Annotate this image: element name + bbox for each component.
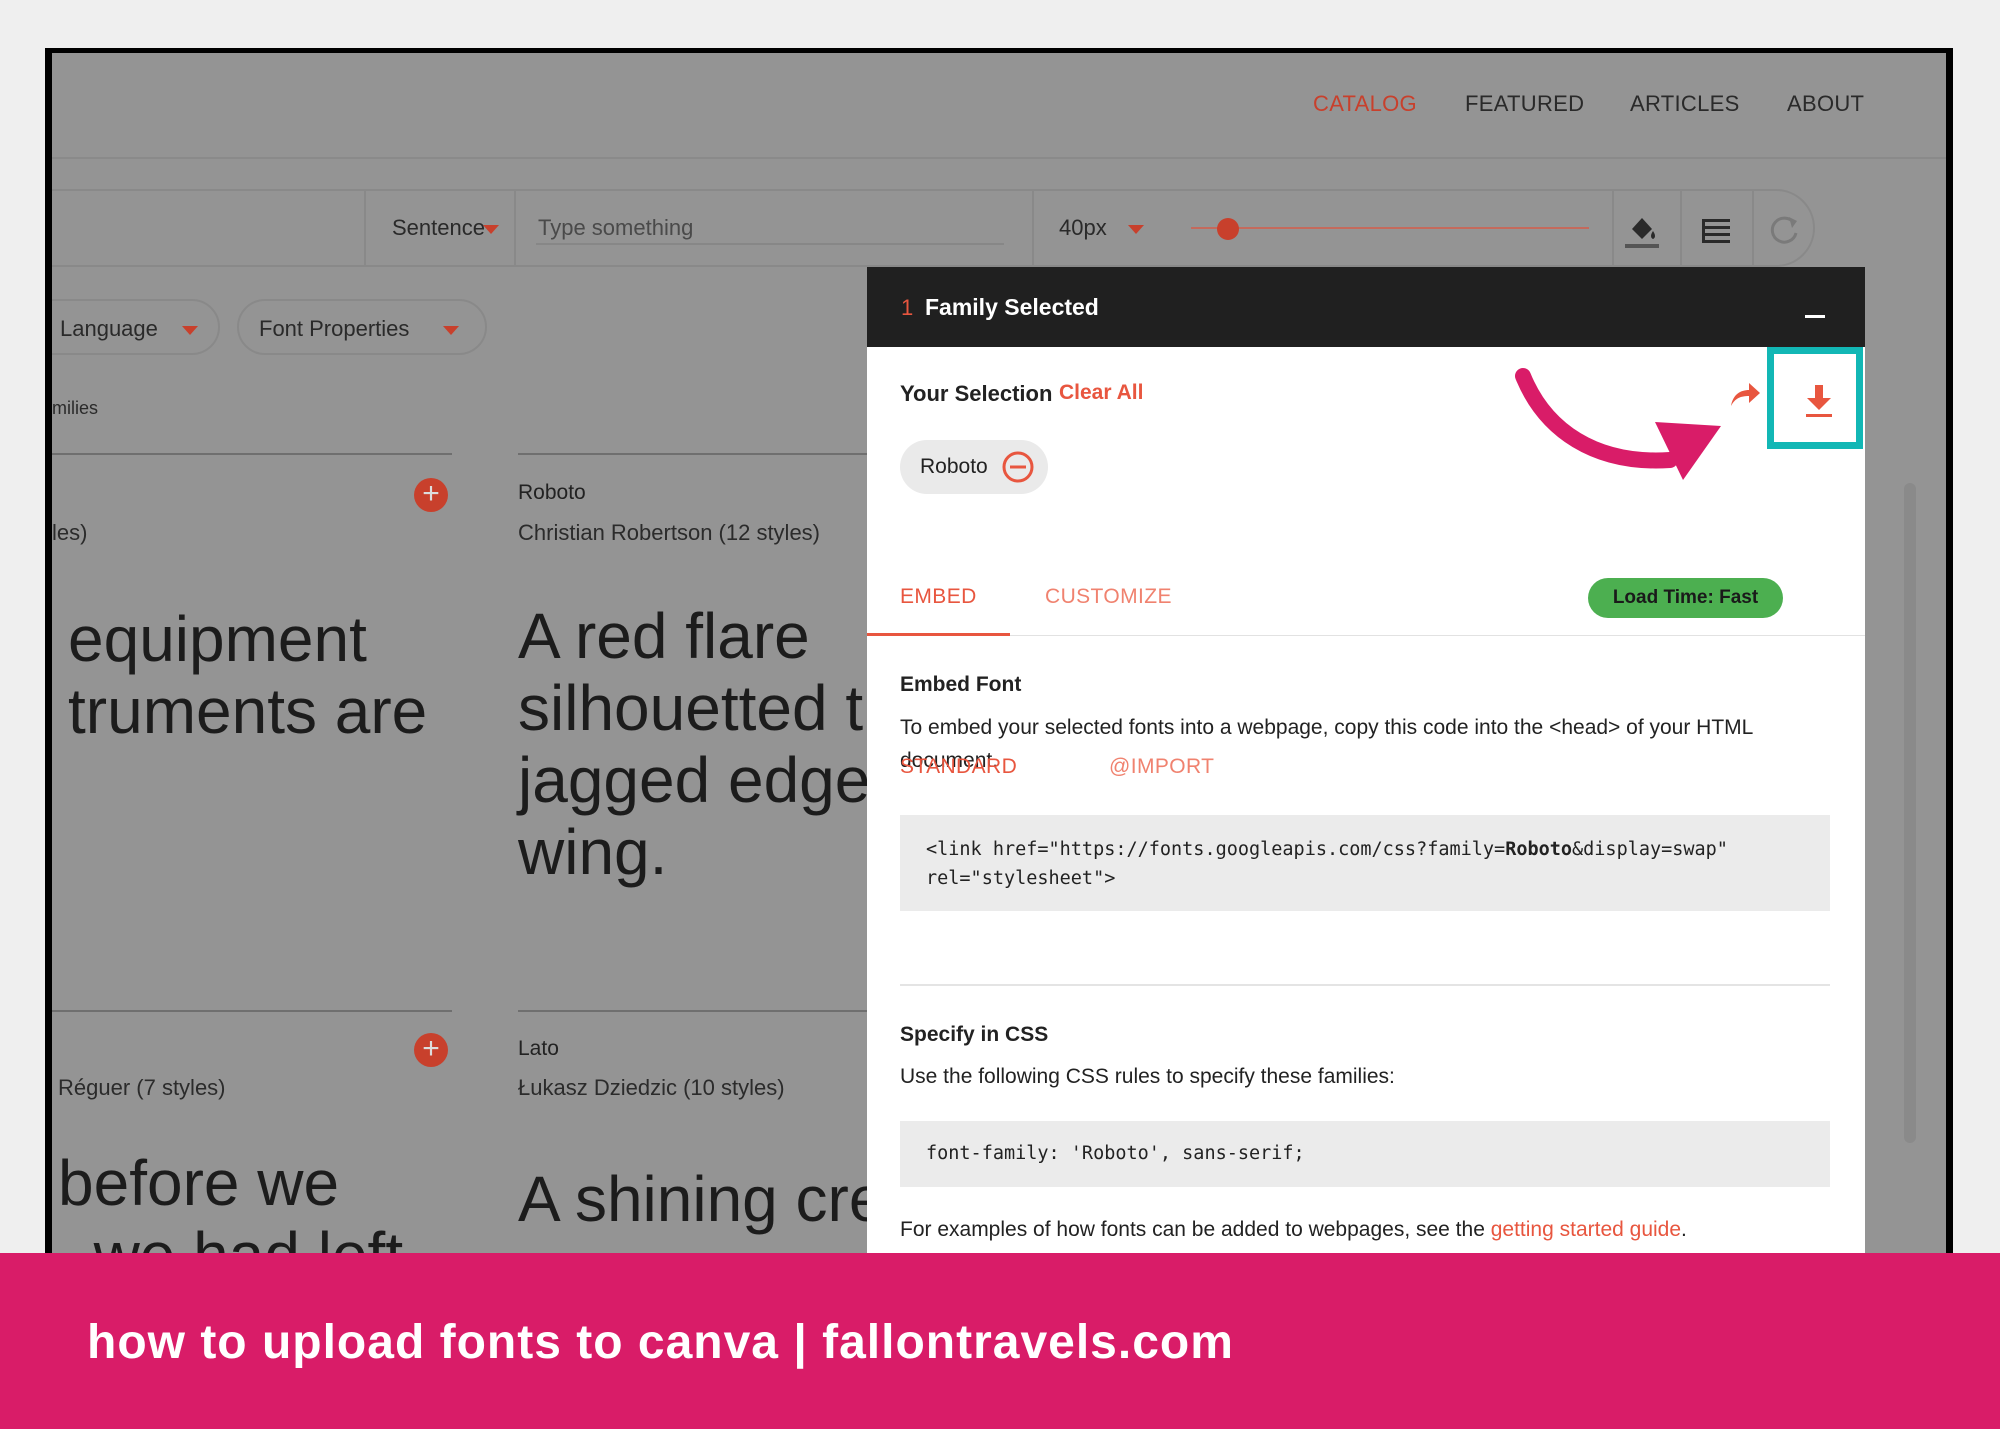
- plus-icon: +: [422, 477, 440, 510]
- remove-circle-icon[interactable]: [1001, 450, 1035, 484]
- font-size-slider[interactable]: [1191, 227, 1589, 229]
- language-filter[interactable]: Language: [52, 299, 220, 355]
- subtab-standard[interactable]: STANDARD: [900, 755, 1017, 779]
- embed-code-block[interactable]: <link href="https://fonts.googleapis.com…: [900, 815, 1830, 911]
- card-divider: [518, 453, 918, 455]
- banner-caption: how to upload fonts to canva | fallontra…: [87, 1316, 1234, 1369]
- slider-thumb[interactable]: [1217, 218, 1239, 240]
- nav-about[interactable]: ABOUT: [1787, 91, 1864, 117]
- add-family-button[interactable]: +: [414, 1033, 448, 1067]
- toolbar-divider: [364, 191, 366, 265]
- examples-text: For examples of how fonts can be added t…: [900, 1213, 1860, 1246]
- your-selection-label: Your Selection: [900, 381, 1053, 406]
- examples-prefix: For examples of how fonts can be added t…: [900, 1218, 1491, 1241]
- panel-scrollbar[interactable]: [1904, 483, 1916, 1143]
- font-properties-filter-label: Font Properties: [259, 316, 410, 341]
- card-divider: [52, 1010, 452, 1012]
- selected-count: 1: [901, 295, 914, 320]
- code-text: &display=swap": [1572, 839, 1728, 860]
- card-sample-text: before we we had left: [58, 1147, 403, 1253]
- nav-articles[interactable]: ARTICLES: [1630, 91, 1740, 117]
- embed-font-heading: Embed Font: [900, 673, 1022, 696]
- preview-mode-select[interactable]: Sentence: [392, 215, 485, 241]
- toolbar-divider: [1612, 191, 1614, 265]
- code-family-name: Roboto: [1505, 839, 1573, 860]
- panel-header[interactable]: 1 Family Selected: [867, 267, 1865, 347]
- card-designer: Christian Robertson (12 styles): [518, 520, 821, 545]
- chevron-down-icon: [443, 326, 459, 335]
- tab-embed[interactable]: EMBED: [900, 585, 977, 609]
- annotation-arrow-icon: [1515, 368, 1721, 480]
- examples-suffix: .: [1681, 1218, 1687, 1241]
- download-icon[interactable]: [1804, 384, 1834, 418]
- card-designer: Łukasz Dziedzic (10 styles): [518, 1075, 785, 1100]
- card-font-name[interactable]: Lato: [518, 1037, 559, 1061]
- fonts-page: CATALOG FEATURED ARTICLES ABOUT Sentence…: [52, 53, 1946, 1253]
- css-instructions: Use the following CSS rules to specify t…: [900, 1065, 1395, 1088]
- section-divider: [900, 984, 1830, 986]
- font-size-select[interactable]: 40px: [1059, 215, 1107, 241]
- card-sample-text: A shining cre: [518, 1163, 885, 1235]
- tab-divider: [867, 635, 1865, 636]
- card-sample-text: equipment truments are: [68, 603, 428, 747]
- code-line: <link href="https://fonts.googleapis.com…: [926, 835, 1804, 864]
- chevron-down-icon: [483, 225, 499, 234]
- code-text: <link href="https://fonts.googleapis.com…: [926, 839, 1506, 860]
- list-icon[interactable]: [1696, 209, 1736, 249]
- clear-all-button[interactable]: Clear All: [1059, 381, 1143, 405]
- nav-featured[interactable]: FEATURED: [1465, 91, 1584, 117]
- css-code-block[interactable]: font-family: 'Roboto', sans-serif;: [900, 1121, 1830, 1187]
- subtab-import[interactable]: @IMPORT: [1109, 755, 1214, 779]
- language-filter-label: Language: [60, 316, 158, 341]
- download-highlight-box: [1767, 347, 1863, 449]
- panel-title: Family Selected: [925, 294, 1099, 320]
- code-text: font-family: 'Roboto', sans-serif;: [926, 1143, 1305, 1164]
- getting-started-link[interactable]: getting started guide: [1491, 1218, 1681, 1241]
- families-count: milies: [52, 398, 99, 418]
- plus-icon: +: [422, 1032, 440, 1065]
- minimize-icon[interactable]: [1805, 315, 1825, 318]
- tab-customize[interactable]: CUSTOMIZE: [1045, 585, 1172, 609]
- preview-toolbar: Sentence Type something 40px: [52, 189, 1815, 267]
- load-time-badge: Load Time: Fast: [1588, 578, 1783, 618]
- card-divider: [52, 453, 452, 455]
- embed-instructions: To embed your selected fonts into a webp…: [900, 716, 1753, 772]
- card-designer: Réguer (7 styles): [58, 1075, 226, 1100]
- code-line: rel="stylesheet">: [926, 864, 1804, 893]
- selected-family-name: Roboto: [920, 455, 988, 478]
- preview-text-input[interactable]: Type something: [538, 215, 693, 241]
- selected-family-chip: Roboto: [900, 440, 1048, 494]
- paint-bucket-icon[interactable]: [1622, 209, 1662, 249]
- add-family-button[interactable]: +: [414, 478, 448, 512]
- toolbar-divider: [514, 191, 516, 265]
- card-sample-text: A red flare silhouetted t jagged edge wi…: [518, 600, 871, 888]
- toolbar-divider: [1032, 191, 1034, 265]
- card-divider: [518, 1010, 918, 1012]
- font-properties-filter[interactable]: Font Properties: [237, 299, 487, 355]
- chevron-down-icon: [1128, 225, 1144, 234]
- card-font-name[interactable]: Roboto: [518, 481, 586, 505]
- caption-banner: how to upload fonts to canva | fallontra…: [0, 1253, 2000, 1429]
- top-nav: CATALOG FEATURED ARTICLES ABOUT: [52, 53, 1946, 159]
- chevron-down-icon: [182, 326, 198, 335]
- card-designer: les): [52, 520, 88, 545]
- specify-css-heading: Specify in CSS: [900, 1023, 1049, 1046]
- refresh-icon[interactable]: [1764, 209, 1804, 249]
- code-text: rel="stylesheet">: [926, 868, 1116, 889]
- active-tab-indicator: [867, 633, 1010, 636]
- input-underline: [536, 243, 1004, 245]
- toolbar-divider: [1752, 191, 1754, 265]
- nav-catalog[interactable]: CATALOG: [1313, 91, 1417, 117]
- toolbar-divider: [1680, 191, 1682, 265]
